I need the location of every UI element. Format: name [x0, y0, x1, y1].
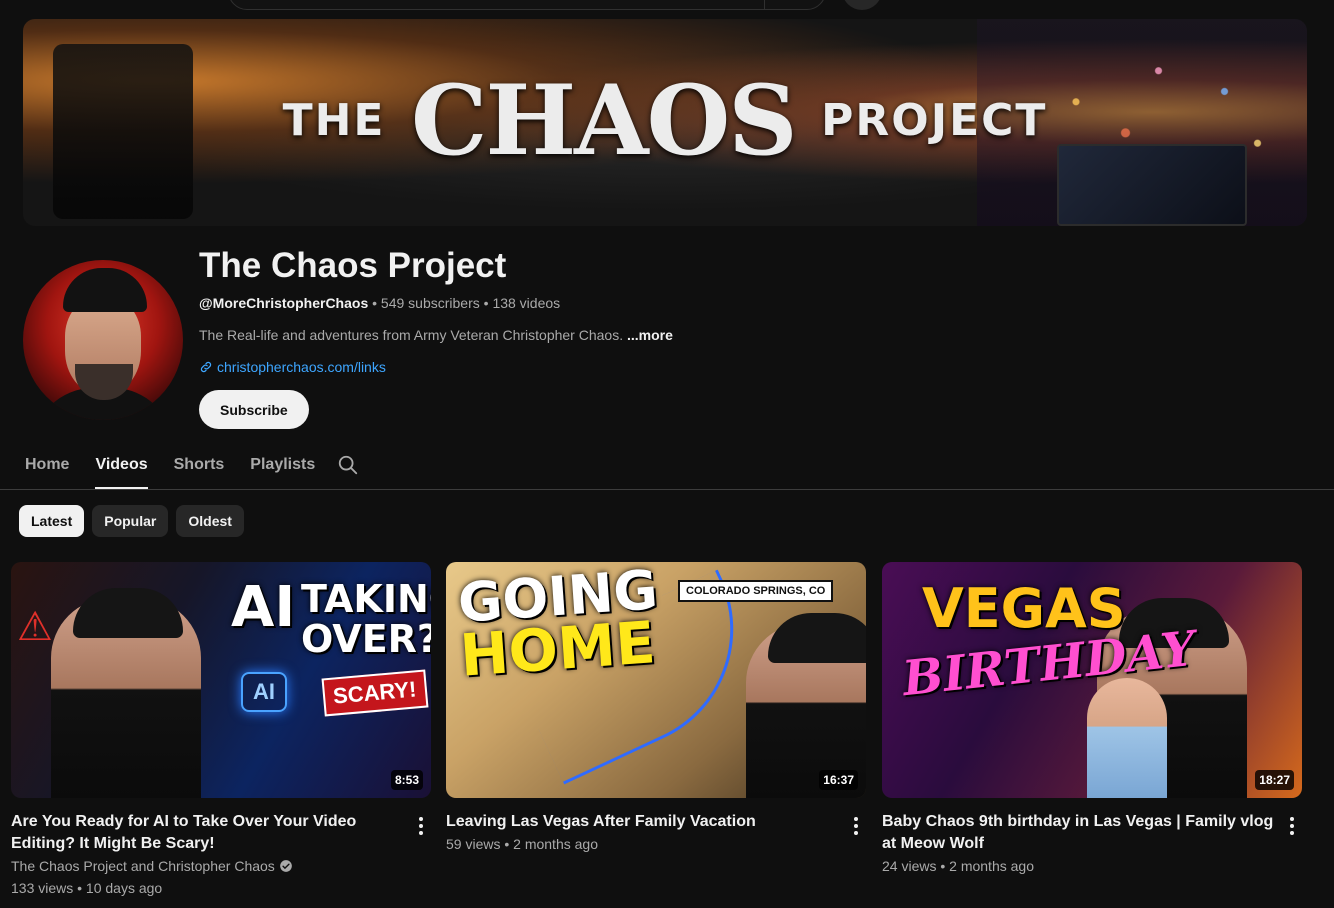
video-card[interactable]: VEGAS BIRTHDAY 18:27 Baby Chaos 9th birt… — [882, 562, 1302, 877]
banner-title: THE CHAOS PROJECT — [23, 64, 1307, 177]
search-bar[interactable] — [228, 0, 826, 10]
tab-playlists[interactable]: Playlists — [250, 446, 315, 489]
thumbnail-text-sub: TAKING OVER? — [301, 577, 431, 661]
location-pin-label: COLORADO SPRINGS, CO — [678, 580, 834, 602]
video-title[interactable]: Leaving Las Vegas After Family Vacation — [446, 811, 840, 833]
video-title[interactable]: Baby Chaos 9th birthday in Las Vegas | F… — [882, 811, 1276, 855]
video-thumbnail[interactable]: VEGAS BIRTHDAY 18:27 — [882, 562, 1302, 798]
tab-videos[interactable]: Videos — [95, 446, 148, 489]
search-divider — [764, 0, 765, 9]
ai-badge: AI — [241, 672, 287, 712]
video-card[interactable]: ⚠ AI TAKING OVER? AI SCARY! 8:53 Are You… — [11, 562, 431, 899]
tab-home[interactable]: Home — [25, 446, 69, 489]
thumbnail-tag: SCARY! — [321, 669, 428, 717]
video-duration: 16:37 — [819, 770, 858, 790]
meta-separator: • — [372, 295, 378, 311]
verified-icon — [279, 860, 292, 872]
thumbnail-child — [1087, 678, 1167, 798]
more-options-icon[interactable] — [409, 814, 433, 838]
search-icon[interactable] — [337, 454, 359, 476]
channel-link[interactable]: christopherchaos.com/links — [199, 359, 386, 375]
tabs-divider — [0, 489, 1334, 490]
avatar[interactable] — [23, 260, 183, 420]
video-thumbnail[interactable]: GOING HOME COLORADO SPRINGS, CO 16:37 — [446, 562, 866, 798]
chip-oldest[interactable]: Oldest — [176, 505, 244, 537]
channel-link-text: christopherchaos.com/links — [217, 359, 386, 375]
video-stats: 59 views • 2 months ago — [446, 836, 598, 852]
link-icon — [200, 361, 212, 373]
description-text: The Real-life and adventures from Army V… — [199, 327, 624, 343]
subscribe-button[interactable]: Subscribe — [199, 390, 309, 429]
thumbnail-person — [51, 588, 201, 798]
tab-shorts[interactable]: Shorts — [174, 446, 225, 489]
chip-popular[interactable]: Popular — [92, 505, 169, 537]
meta-separator: • — [483, 295, 489, 311]
thumbnail-text-main: AI — [231, 575, 296, 640]
thumbnail-text-main: VEGAS — [922, 577, 1126, 640]
more-options-icon[interactable] — [844, 814, 868, 838]
channel-page: THE CHAOS PROJECT The Chaos Project @Mor… — [0, 0, 1334, 908]
video-title[interactable]: Are You Ready for AI to Take Over Your V… — [11, 811, 405, 855]
more-options-icon[interactable] — [1280, 814, 1304, 838]
channel-description[interactable]: The Real-life and adventures from Army V… — [199, 327, 673, 343]
video-thumbnail[interactable]: ⚠ AI TAKING OVER? AI SCARY! 8:53 — [11, 562, 431, 798]
channel-tabs: Home Videos Shorts Playlists — [25, 446, 341, 489]
banner-title-left: THE — [282, 95, 386, 146]
avatar-hat — [63, 268, 147, 312]
sort-chips: Latest Popular Oldest — [19, 505, 244, 537]
video-stats: 133 views • 10 days ago — [11, 880, 163, 896]
channel-handle: @MoreChristopherChaos — [199, 295, 369, 311]
person-cap — [73, 588, 183, 638]
chip-latest[interactable]: Latest — [19, 505, 85, 537]
thumbnail-text-sub: HOME — [457, 608, 658, 690]
more-link[interactable]: ...more — [627, 327, 673, 343]
video-duration: 8:53 — [390, 770, 423, 790]
channel-title: The Chaos Project — [199, 246, 507, 285]
banner-title-right: PROJECT — [821, 95, 1048, 146]
video-channel[interactable]: The Chaos Project and Christopher Chaos — [11, 855, 431, 877]
video-card[interactable]: GOING HOME COLORADO SPRINGS, CO 16:37 Le… — [446, 562, 866, 855]
video-duration: 18:27 — [1255, 770, 1294, 790]
channel-banner: THE CHAOS PROJECT — [23, 19, 1307, 226]
person-cap — [768, 613, 866, 663]
video-stats: 24 views • 2 months ago — [882, 858, 1034, 874]
channel-meta: @MoreChristopherChaos • 549 subscribers … — [199, 295, 560, 311]
video-count: 138 videos — [492, 295, 561, 311]
video-channel-name: The Chaos Project and Christopher Chaos — [11, 858, 275, 874]
subscriber-count: 549 subscribers — [380, 295, 480, 311]
voice-search-button[interactable] — [842, 0, 882, 10]
banner-title-main: CHAOS — [411, 64, 798, 177]
warning-icon: ⚠ — [17, 605, 53, 649]
